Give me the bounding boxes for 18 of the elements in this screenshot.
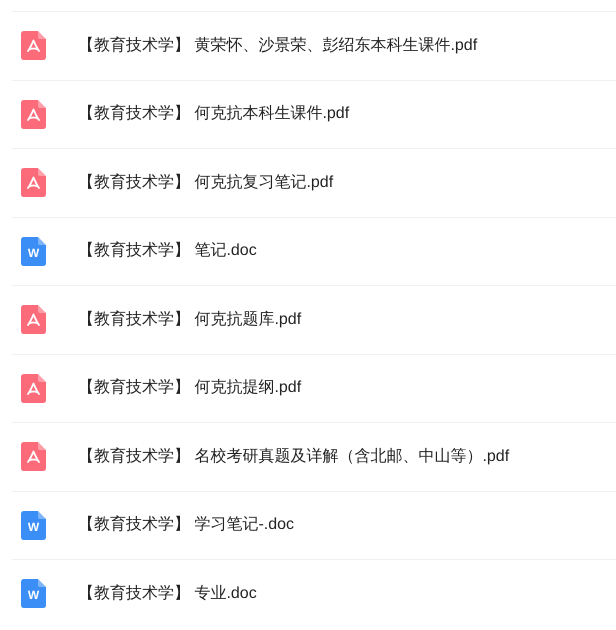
pdf-file-icon [21,305,46,334]
file-name[interactable]: 【教育技术学】 笔记.doc [78,239,257,264]
pdf-file-icon [21,31,46,60]
file-name[interactable]: 【教育技术学】 何克抗提纲.pdf [78,376,302,400]
file-name[interactable]: 【教育技术学】 何克抗本科生课件.pdf [78,102,350,126]
file-name[interactable]: 【教育技术学】 专业.doc [78,582,257,606]
pdf-file-icon [21,168,46,198]
pdf-file-icon [21,442,46,472]
pdf-file-icon [21,100,46,129]
word-file-icon: W [21,236,46,266]
word-file-icon: W [21,579,46,608]
word-file-icon: W [21,510,46,540]
file-name[interactable]: 【教育技术学】 名校考研真题及详解（含北邮、中山等）.pdf [78,444,510,469]
file-name[interactable]: 【教育技术学】 何克抗题库.pdf [78,308,302,332]
file-name[interactable]: 【教育技术学】 黄荣怀、沙景荣、彭绍东本科生课件.pdf [78,34,478,58]
file-name[interactable]: 【教育技术学】 学习笔记-.doc [78,513,294,538]
pdf-file-icon [21,374,46,403]
file-name[interactable]: 【教育技术学】 何克抗复习笔记.pdf [78,170,334,195]
